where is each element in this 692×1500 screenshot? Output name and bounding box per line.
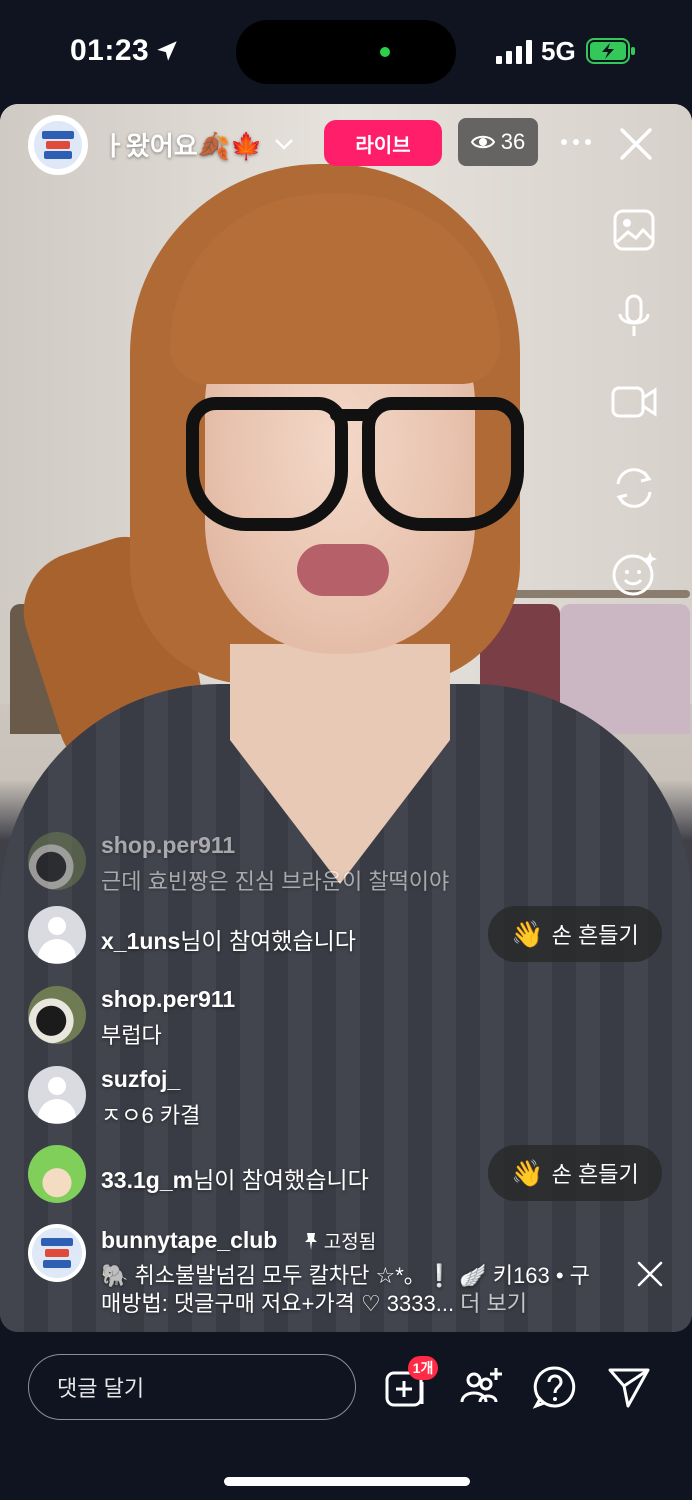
eye-icon [470, 135, 495, 149]
pinned-username[interactable]: bunnytape_club [101, 1227, 277, 1253]
comment-username[interactable]: bunnytape_club 고정됨 [101, 1227, 376, 1254]
avatar[interactable] [28, 906, 86, 964]
see-more-link[interactable]: 더 보기 [460, 1291, 527, 1316]
wave-button[interactable]: 👋 손 흔들기 [488, 906, 662, 962]
comment-username[interactable]: 33.1g_m [101, 1167, 193, 1193]
live-title[interactable]: ㅏ왔어요🍂🍁 [102, 126, 262, 163]
pinned-tag: 고정됨 [304, 1232, 376, 1253]
avatar[interactable] [28, 986, 86, 1044]
avatar[interactable] [28, 1145, 86, 1203]
avatar[interactable] [28, 832, 86, 890]
join-message: 33.1g_m님이 참여했습니다 [101, 1161, 369, 1195]
question-icon[interactable] [532, 1364, 578, 1410]
pinned-text-line2: 매방법: 댓글구매 저요+가격 ♡ 3333... 더 보기 [101, 1286, 527, 1318]
add-guest-icon[interactable] [458, 1364, 504, 1410]
close-icon[interactable] [636, 1260, 664, 1288]
viewer-count: 36 [500, 129, 526, 154]
wave-icon: 👋 [511, 918, 544, 949]
comment-text: ㅈㅇ6 카결 [101, 1103, 201, 1128]
pinned-tag-label: 고정됨 [323, 1232, 377, 1253]
avatar[interactable] [28, 1066, 86, 1124]
glasses-bridge [330, 409, 374, 421]
camera-indicator [380, 47, 390, 57]
join-suffix: 님이 참여했습니다 [193, 1167, 369, 1193]
chevron-down-icon[interactable] [272, 132, 296, 156]
wave-label: 손 흔들기 [551, 1162, 639, 1187]
live-badge: 라이브 [324, 120, 442, 166]
comment-username[interactable]: x_1uns [101, 928, 180, 954]
avatar[interactable] [28, 1224, 86, 1282]
comment-username[interactable]: shop.per911 [101, 986, 235, 1013]
gallery-icon[interactable] [610, 206, 658, 254]
send-icon[interactable] [606, 1364, 652, 1410]
comment-input[interactable]: 댓글 달기 [28, 1354, 356, 1420]
pin-icon [304, 1233, 317, 1250]
signal-icon [496, 40, 532, 64]
home-indicator[interactable] [224, 1477, 470, 1486]
wave-label: 손 흔들기 [551, 923, 639, 948]
bunnytape-logo [32, 1228, 82, 1278]
wave-button[interactable]: 👋 손 흔들기 [488, 1145, 662, 1201]
comment-item: shop.per911 근데 효빈짱은 진심 브라운이 찰떡이야 [28, 832, 668, 894]
clock: 01:23 [70, 34, 150, 67]
comment-text: 부럽다 [101, 1023, 162, 1048]
comment-username[interactable]: shop.per911 [101, 832, 235, 859]
location-arrow-icon [157, 41, 177, 61]
video-camera-icon[interactable] [610, 378, 658, 426]
comment-item: shop.per911 부럽다 [28, 986, 668, 1048]
comment-username[interactable]: suzfoj_ [101, 1066, 180, 1093]
join-message: x_1uns님이 참여했습니다 [101, 922, 356, 956]
bunnytape-logo [34, 121, 82, 169]
more-icon[interactable] [558, 128, 594, 156]
notification-badge: 1개 [408, 1356, 438, 1380]
pinned-comment[interactable]: bunnytape_club 고정됨 🐘 취소불발넘김 모두 칼차단 ☆*。❕ … [28, 1224, 668, 1316]
lips [297, 544, 389, 596]
comment-item: suzfoj_ ㅈㅇ6 카결 [28, 1066, 668, 1128]
glasses-lens-left [186, 397, 348, 531]
host-avatar[interactable] [28, 115, 88, 175]
effects-icon[interactable] [610, 550, 658, 598]
glasses-lens-right [362, 397, 524, 531]
comment-text: 근데 효빈짱은 진심 브라운이 찰떡이야 [101, 869, 450, 894]
network-type: 5G [541, 36, 576, 66]
pinned-text-prefix: 매방법: 댓글구매 저요+가격 ♡ 3333... [101, 1291, 461, 1316]
status-bar: 01:23 5G [0, 0, 692, 104]
viewer-count-button[interactable]: 36 [458, 118, 538, 166]
flip-camera-icon[interactable] [610, 464, 658, 512]
wave-icon: 👋 [511, 1157, 544, 1188]
close-icon[interactable] [616, 124, 656, 164]
dynamic-island [236, 20, 456, 84]
microphone-icon[interactable] [610, 292, 658, 340]
join-suffix: 님이 참여했습니다 [180, 928, 356, 954]
battery-icon [586, 38, 635, 64]
